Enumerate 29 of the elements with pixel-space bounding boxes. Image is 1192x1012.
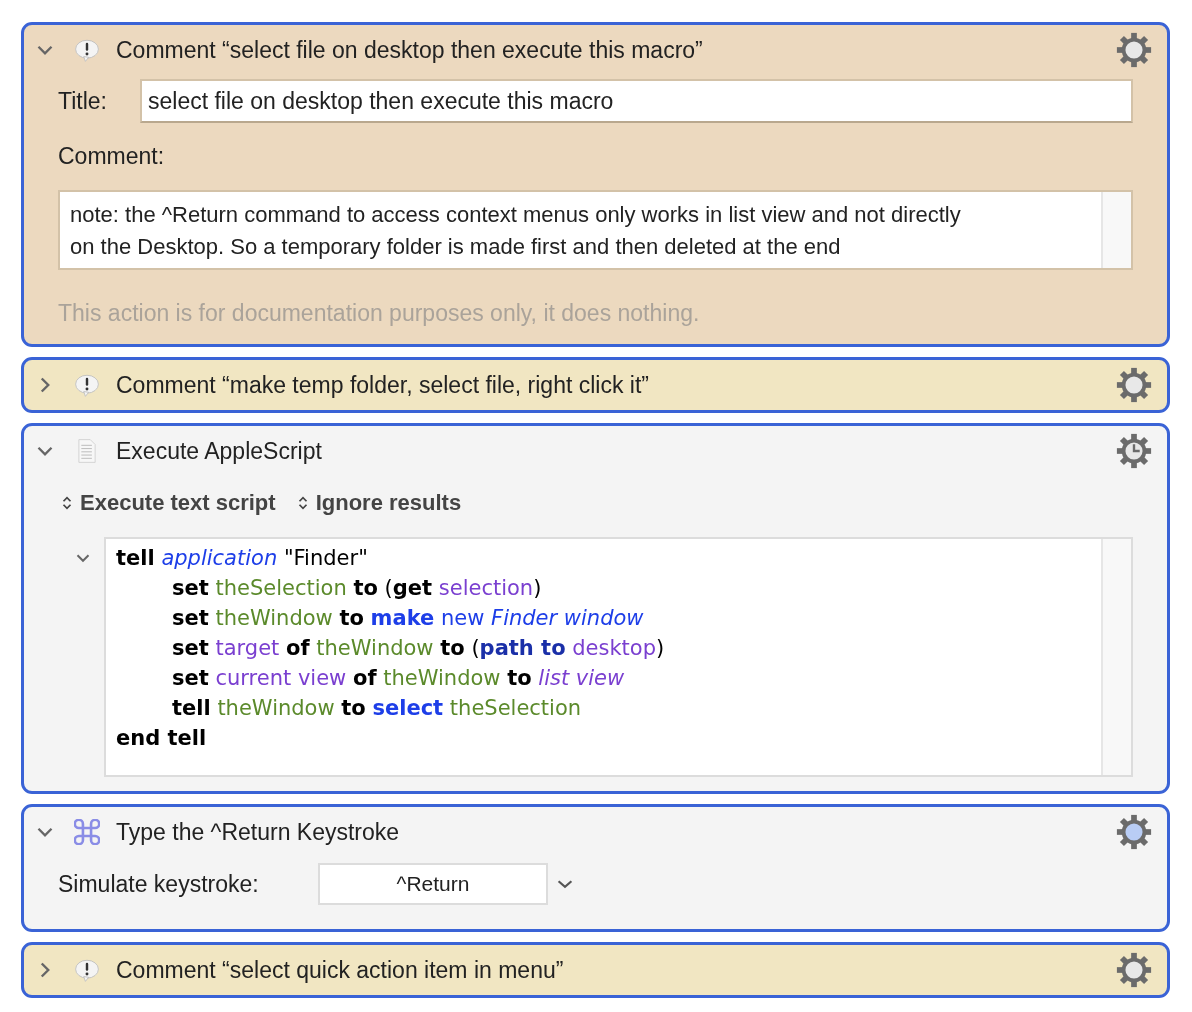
gear-icon[interactable]	[1115, 366, 1153, 404]
code-line: tell application "Finder"	[116, 545, 369, 572]
popup-menu[interactable]: Execute text script	[60, 486, 276, 519]
action-title: Type the ^Return Keystroke	[116, 817, 401, 847]
code-line: set current view of theWindow to list view	[172, 665, 626, 692]
field-label: Title:	[58, 86, 108, 116]
gear-icon[interactable]	[1115, 31, 1153, 69]
speech-bubble-exclamation-icon	[74, 37, 100, 63]
action-title: Comment “select quick action item in menu”	[116, 955, 565, 985]
field-label: Simulate keystroke:	[58, 869, 260, 899]
gear-icon[interactable]	[1115, 951, 1153, 989]
action-title: Comment “select file on desktop then execute this macro”	[116, 35, 704, 65]
code-line: end tell	[116, 725, 208, 752]
popup-menu[interactable]: Ignore results	[295, 486, 462, 519]
code-line: set theWindow to make new Finder window	[172, 605, 645, 632]
title-field[interactable]: select file on desktop then execute this macro	[140, 79, 1133, 123]
gear-clock-icon[interactable]	[1115, 432, 1153, 470]
keystroke-field[interactable]: ^Return	[318, 863, 548, 905]
field-label: Comment:	[58, 142, 166, 171]
code-line: tell theWindow to select theSelection	[172, 695, 583, 722]
code-line: set theSelection to (get selection)	[172, 575, 543, 602]
info-text: This action is for documentation purposes only, it does nothing.	[58, 298, 701, 328]
command-key-icon	[74, 819, 100, 845]
code-line: set target of theWindow to (path to desktop)	[172, 635, 666, 662]
gear-icon[interactable]	[1115, 813, 1153, 851]
speech-bubble-exclamation-icon	[74, 957, 100, 983]
action-title: Execute AppleScript	[116, 436, 323, 466]
speech-bubble-exclamation-icon	[74, 372, 100, 398]
action-title: Comment “make temp folder, select file, right click it”	[116, 370, 650, 400]
